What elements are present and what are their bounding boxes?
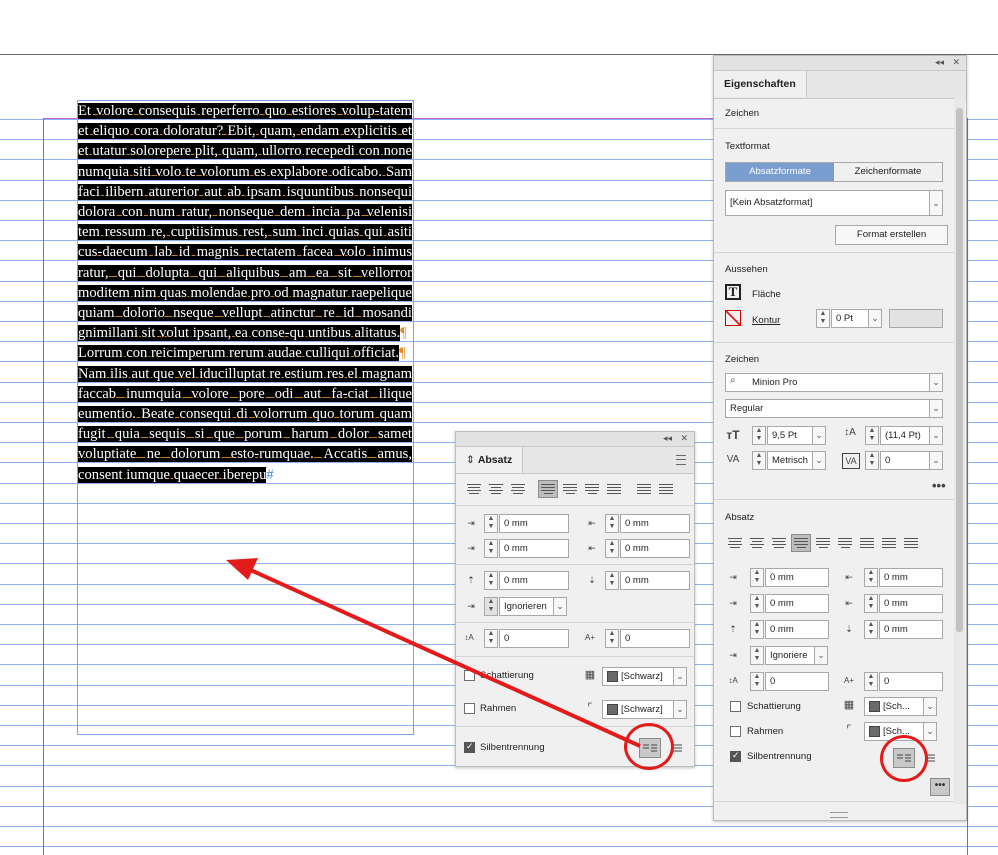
annotation-arrow <box>226 558 641 748</box>
